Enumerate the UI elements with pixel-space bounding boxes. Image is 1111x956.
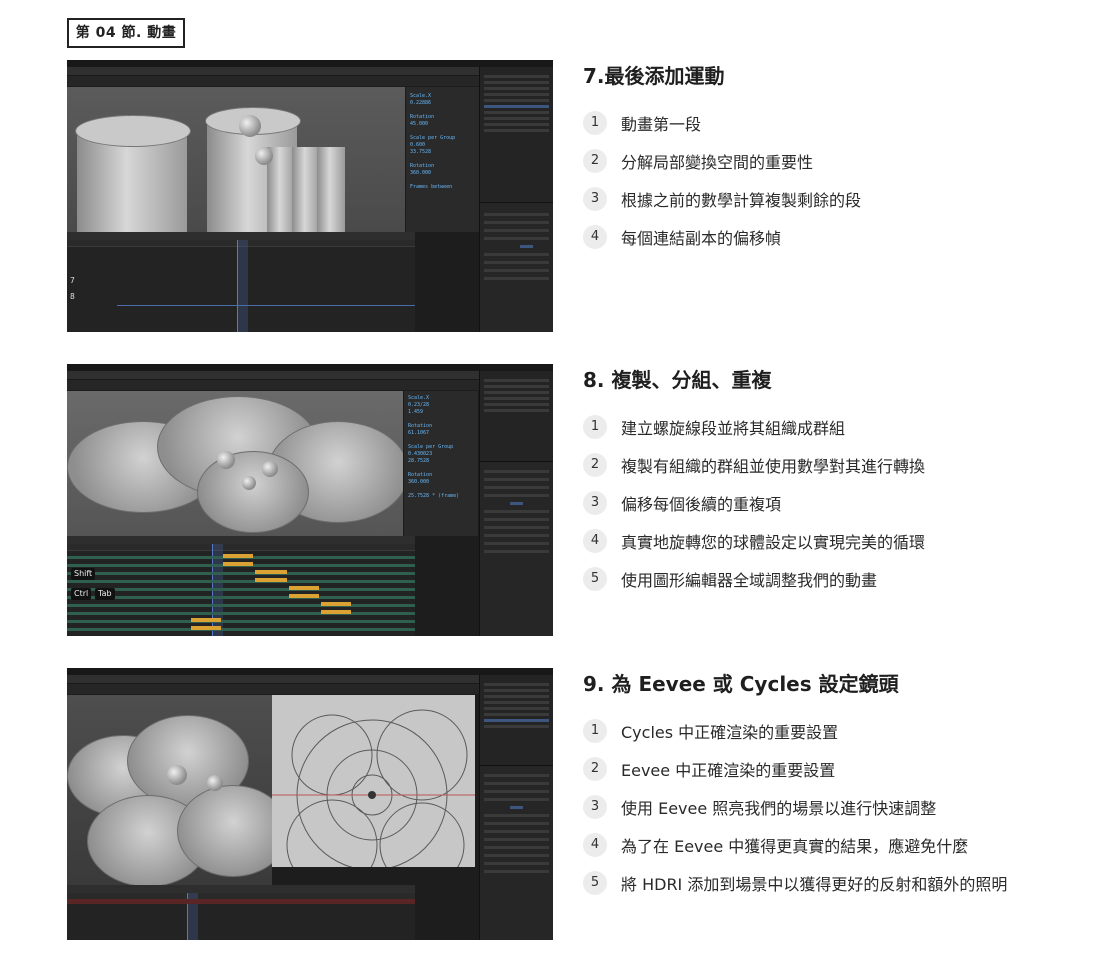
section-title: 9. 為 Eevee 或 Cycles 設定鏡頭 [583,672,899,696]
step-item: 4 每個連結副本的偏移幀 [583,218,1083,256]
step-item: 2 複製有組織的群組並使用數學對其進行轉換 [583,446,1083,484]
step-number: 4 [583,225,607,249]
step-number: 3 [583,795,607,819]
blender-screenshot-animation: Scale.X 0.22886 Rotation 45.000 Scale per Gr… [67,60,553,332]
step-text: Cycles 中正確渲染的重要設置 [621,723,839,742]
step-text: 為了在 Eevee 中獲得更真實的結果，應避免什麼 [621,837,969,856]
step-item: 3 根據之前的數學計算複製剩餘的段 [583,180,1083,218]
step-number: 2 [583,149,607,173]
step-item: 1 動畫第一段 [583,104,1083,142]
step-item: 4 真實地旋轉您的球體設定以實現完美的循環 [583,522,1083,560]
3d-viewport [67,391,403,536]
step-item: 4 為了在 Eevee 中獲得更真實的結果，應避免什麼 [583,826,1083,864]
graph-editor [67,885,415,940]
n-panel: Scale.X 0.23/28 1.459 Rotation 61.1067 Scale … [403,391,478,536]
ctrl-key-badge: Ctrl [71,588,92,600]
step-number: 1 [583,719,607,743]
step-item: 3 偏移每個後續的重複項 [583,484,1083,522]
step-number: 1 [583,111,607,135]
step-item: 5 使用圖形編輯器全域調整我們的動畫 [583,560,1083,598]
frame-label-7: 7 [70,276,75,285]
properties-panel [479,461,553,636]
step-number: 2 [583,757,607,781]
properties-panel [479,202,553,332]
frame-label-8: 8 [70,292,75,301]
outliner-panel [479,67,553,202]
step-number: 3 [583,187,607,211]
properties-panel [479,765,553,940]
step-number: 1 [583,415,607,439]
step-item: 1 建立螺旋線段並將其組織成群組 [583,408,1083,446]
step-text: 將 HDRI 添加到場景中以獲得更好的反射和額外的照明 [621,875,1008,894]
step-text: 動畫第一段 [621,115,702,134]
section-title: 8. 複製、分組、重複 [583,368,772,392]
step-item: 2 Eevee 中正確渲染的重要設置 [583,750,1083,788]
blender-screenshot-duplicate: Scale.X 0.23/28 1.459 Rotation 61.1067 Scale … [67,364,553,636]
step-text: 使用圖形編輯器全域調整我們的動畫 [621,571,878,590]
3d-viewport-solid [67,695,272,885]
3d-viewport [67,87,405,232]
step-item: 3 使用 Eevee 照亮我們的場景以進行快速調整 [583,788,1083,826]
chapter-tag: 第 04 節. 動畫 [67,18,185,48]
step-number: 5 [583,567,607,591]
step-number: 5 [583,871,607,895]
outliner-panel [479,675,553,765]
step-text: Eevee 中正確渲染的重要設置 [621,761,836,780]
step-number: 3 [583,491,607,515]
step-item: 5 將 HDRI 添加到場景中以獲得更好的反射和額外的照明 [583,864,1083,902]
timeline-editor: 7 8 [67,232,415,332]
tab-key-badge: Tab [95,588,115,600]
step-item: 2 分解局部變換空間的重要性 [583,142,1083,180]
step-number: 2 [583,453,607,477]
step-text: 偏移每個後續的重複項 [621,495,782,514]
dope-sheet: Shift Ctrl Tab [67,536,415,636]
step-text: 真實地旋轉您的球體設定以實現完美的循環 [621,533,926,552]
step-text: 根據之前的數學計算複製剩餘的段 [621,191,862,210]
step-text: 每個連結副本的偏移幀 [621,229,782,248]
step-text: 使用 Eevee 照亮我們的場景以進行快速調整 [621,799,937,818]
step-number: 4 [583,529,607,553]
step-number: 4 [583,833,607,857]
n-panel: Scale.X 0.22886 Rotation 45.000 Scale per Gr… [405,87,480,232]
step-text: 複製有組織的群組並使用數學對其進行轉換 [621,457,926,476]
outliner-panel [479,371,553,461]
step-text: 分解局部變換空間的重要性 [621,153,814,172]
3d-viewport-wireframe [272,695,475,867]
section-title: 7.最後添加運動 [583,64,725,88]
step-text: 建立螺旋線段並將其組織成群組 [621,419,846,438]
step-item: 1 Cycles 中正確渲染的重要設置 [583,712,1083,750]
blender-screenshot-render-setup [67,668,553,940]
shift-key-badge: Shift [71,568,96,580]
